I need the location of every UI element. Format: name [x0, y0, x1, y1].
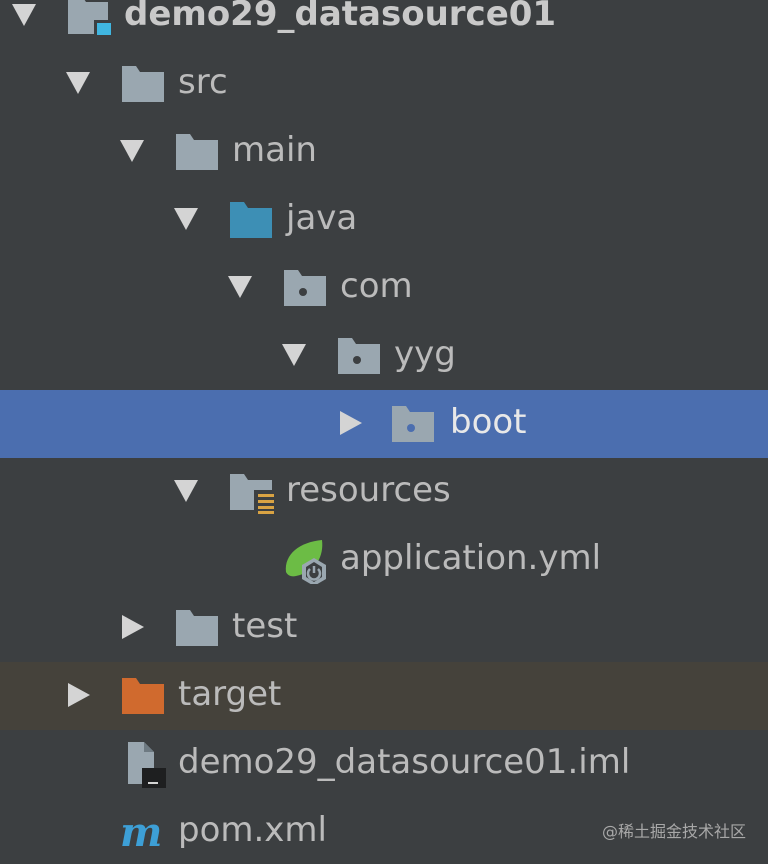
tree-item-main[interactable]: main: [0, 118, 768, 186]
chevron-down-icon[interactable]: [282, 344, 306, 366]
tree-item-test[interactable]: test: [0, 594, 768, 662]
tree-item-label: test: [232, 606, 298, 646]
project-tree: demo29_datasource01 src main java com yy…: [0, 0, 768, 864]
tree-item-label: main: [232, 130, 317, 170]
tree-item-demo29-datasource01[interactable]: demo29_datasource01: [0, 0, 768, 50]
excluded-folder-icon: [120, 674, 168, 718]
tree-item-label: demo29_datasource01.iml: [178, 742, 631, 782]
chevron-right-icon[interactable]: [68, 683, 90, 707]
chevron-right-icon[interactable]: [122, 615, 144, 639]
tree-item-label: target: [178, 674, 282, 714]
tree-item-boot[interactable]: boot: [0, 390, 768, 458]
package-icon: [282, 266, 330, 310]
tree-item-label: demo29_datasource01: [124, 0, 557, 34]
chevron-down-icon[interactable]: [228, 276, 252, 298]
tree-item-label: com: [340, 266, 413, 306]
tree-item-label: application.yml: [340, 538, 602, 578]
tree-item-label: yyg: [394, 334, 456, 374]
folder-icon: [174, 606, 222, 650]
tree-item-java[interactable]: java: [0, 186, 768, 254]
tree-item-iml-file[interactable]: demo29_datasource01.iml: [0, 730, 768, 798]
iml-file-icon: [124, 740, 172, 788]
chevron-down-icon[interactable]: [12, 4, 36, 26]
tree-item-application-yml[interactable]: application.yml: [0, 526, 768, 594]
source-root-folder-icon: [228, 198, 276, 242]
watermark: @稀土掘金技术社区: [601, 822, 746, 841]
tree-item-src[interactable]: src: [0, 50, 768, 118]
tree-item-target[interactable]: target: [0, 662, 768, 730]
folder-icon: [120, 62, 168, 106]
chevron-down-icon[interactable]: [66, 72, 90, 94]
chevron-down-icon[interactable]: [174, 480, 198, 502]
tree-item-yyg[interactable]: yyg: [0, 322, 768, 390]
tree-item-label: pom.xml: [178, 810, 327, 850]
tree-item-resources[interactable]: resources: [0, 458, 768, 526]
tree-item-label: java: [286, 198, 358, 238]
spring-config-icon: [282, 536, 330, 584]
package-icon: [336, 334, 384, 378]
chevron-down-icon[interactable]: [174, 208, 198, 230]
tree-item-label: boot: [450, 402, 527, 442]
folder-icon: [174, 130, 222, 174]
maven-icon: m: [120, 812, 168, 856]
resources-folder-icon: [228, 470, 276, 514]
chevron-right-icon[interactable]: [340, 411, 362, 435]
svg-text:m: m: [120, 812, 162, 856]
package-icon: [390, 402, 438, 446]
module-folder-icon: [66, 0, 114, 38]
tree-item-label: resources: [286, 470, 451, 510]
tree-item-com[interactable]: com: [0, 254, 768, 322]
chevron-down-icon[interactable]: [120, 140, 144, 162]
tree-item-label: src: [178, 62, 228, 102]
